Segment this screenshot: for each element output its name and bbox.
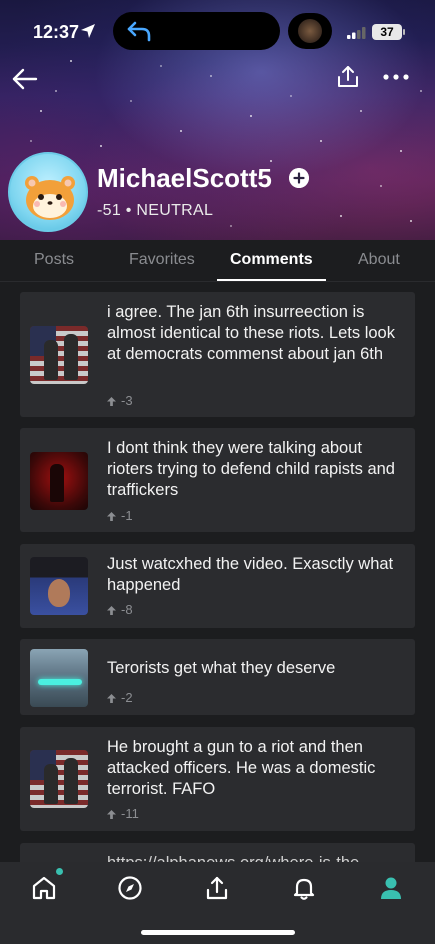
compass-icon[interactable]	[116, 874, 144, 902]
comment-score: -3	[107, 393, 133, 408]
share-icon[interactable]	[336, 64, 360, 90]
upvote-arrow-icon	[107, 512, 116, 521]
undo-arrow-icon	[127, 21, 151, 42]
comment-text: He brought a gun to a riot and then atta…	[107, 738, 376, 798]
comment-score: -11	[107, 806, 139, 821]
avatar[interactable]	[8, 152, 88, 232]
tab-comments[interactable]: Comments	[230, 251, 313, 269]
now-playing-art	[298, 19, 322, 43]
comment-card[interactable]: Just watcxhed the video. Exasctly what h…	[20, 544, 415, 628]
profile-tabs: Posts Favorites Comments About	[0, 240, 435, 282]
upvote-arrow-icon	[107, 694, 116, 703]
tab-posts[interactable]: Posts	[34, 251, 74, 269]
comment-thumbnail[interactable]	[30, 649, 88, 707]
comment-text: https://alphanews.org/where-is-the	[107, 853, 403, 862]
plus-circle-icon[interactable]	[289, 168, 309, 188]
cellular-signal-icon	[347, 27, 366, 39]
active-tab-indicator	[217, 279, 326, 281]
comment-score-value: -3	[121, 393, 133, 408]
status-bar: 12:37 37	[0, 0, 435, 62]
comment-score-value: -8	[121, 602, 133, 617]
home-indicator	[141, 930, 295, 935]
status-time: 12:37	[33, 22, 80, 42]
comment-text: Terorists get what they deserve	[107, 659, 336, 677]
comment-card[interactable]: I dont think they were talking about rio…	[20, 428, 415, 532]
home-icon[interactable]	[30, 874, 58, 902]
comment-text: i agree. The jan 6th insurreection is al…	[107, 303, 395, 363]
comment-score-value: -1	[121, 508, 133, 523]
comment-score: -2	[107, 690, 133, 705]
comment-card[interactable]: i agree. The jan 6th insurreection is al…	[20, 292, 415, 417]
comment-thumbnail[interactable]	[30, 326, 88, 384]
more-dots-icon[interactable]	[382, 70, 410, 84]
comment-score: -8	[107, 602, 133, 617]
comments-feed[interactable]: i agree. The jan 6th insurreection is al…	[0, 282, 435, 862]
comment-score-value: -11	[121, 806, 139, 821]
profile-username: MichaelScott5	[97, 163, 272, 193]
tab-about[interactable]: About	[358, 251, 400, 269]
comment-thumbnail[interactable]	[30, 557, 88, 615]
comment-thumbnail[interactable]	[30, 452, 88, 510]
upvote-arrow-icon	[107, 606, 116, 615]
upload-icon[interactable]	[203, 874, 231, 902]
comment-card[interactable]: https://alphanews.org/where-is-the	[20, 843, 415, 862]
comment-text: I dont think they were talking about rio…	[107, 439, 395, 499]
bell-icon[interactable]	[290, 874, 318, 902]
comment-score: -1	[107, 508, 133, 523]
tab-favorites[interactable]: Favorites	[129, 251, 195, 269]
comment-thumbnail[interactable]	[30, 750, 88, 808]
location-arrow-icon	[81, 24, 95, 38]
home-notification-dot	[56, 868, 63, 875]
comment-card[interactable]: He brought a gun to a riot and then atta…	[20, 727, 415, 831]
person-icon[interactable]	[377, 874, 405, 902]
battery-tip	[403, 29, 405, 35]
back-arrow-icon[interactable]	[10, 66, 38, 92]
comment-text: Just watcxhed the video. Exasctly what h…	[107, 555, 394, 594]
comment-card[interactable]: Terorists get what they deserve -2	[20, 639, 415, 715]
upvote-arrow-icon	[107, 810, 116, 819]
upvote-arrow-icon	[107, 397, 116, 406]
profile-karma: -51 • NEUTRAL	[97, 202, 214, 219]
battery-indicator: 37	[372, 24, 402, 40]
comment-score-value: -2	[121, 690, 133, 705]
